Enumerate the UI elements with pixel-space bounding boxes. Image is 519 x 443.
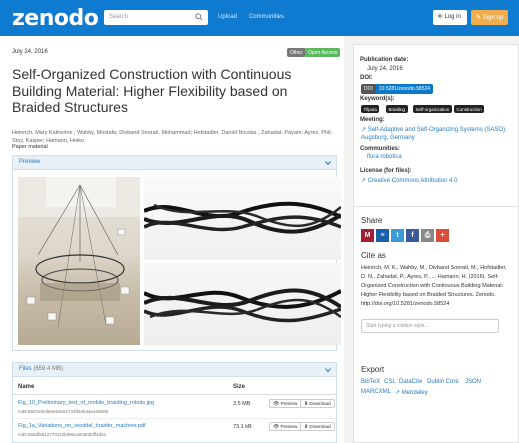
pub-date-label: Publication date: [360, 57, 409, 63]
cite-heading: Cite as [361, 251, 386, 260]
search-icon[interactable] [195, 13, 203, 21]
chevron-down-icon[interactable] [325, 367, 331, 373]
sidebar: Publication date: July 24, 2016 DOI: DOI… [353, 36, 519, 443]
export-csl[interactable]: CSL [384, 379, 396, 385]
export-datacite[interactable]: DataCite [399, 379, 422, 385]
download-button-2[interactable]: ⬇ Download [300, 422, 335, 431]
share-heading: Share [361, 216, 383, 225]
record-title: Self-Organized Construction with Continu… [12, 66, 292, 115]
file-size-1: 3.5 MB [233, 401, 251, 407]
community-link[interactable]: flora robotica [367, 154, 402, 160]
file-link-1[interactable]: Fig_10_Preliminary_test_of_mobile_braidi… [18, 400, 154, 406]
citation-text: Heinrich, M. K., Wahby, M., Divband Soor… [361, 265, 507, 307]
reddit-icon[interactable]: ≡ [376, 229, 389, 242]
pub-date: July 24, 2016 [367, 66, 403, 72]
chevron-down-icon[interactable] [325, 160, 331, 166]
download-button-1[interactable]: ⬇ Download [300, 399, 335, 408]
export-mendeley[interactable]: ↗ Mendeley [395, 389, 428, 396]
external-link-icon: ↗ [395, 390, 402, 396]
external-link-icon: ↗ [361, 178, 368, 184]
files-col-name: Name [18, 384, 35, 390]
files-col-size: Size [233, 384, 246, 390]
keyword-tag[interactable]: Construction [454, 105, 485, 113]
file-md5-1: md5:88d7e0ed60e63e62733ff4eb4ae4a6509 [18, 409, 109, 414]
files-panel-header[interactable]: Files (659.4 MB) [13, 363, 336, 377]
keywords-label: Keyword(s): [360, 96, 395, 102]
preview-image-robots [18, 177, 140, 345]
preview-button-1[interactable]: 👁 Preview [269, 399, 302, 408]
zenodo-logo[interactable]: zenodo [12, 6, 99, 31]
files-panel: Files (659.4 MB) Name Size Fig_10_Prelim… [12, 362, 337, 443]
access-badge: Open Access [305, 48, 341, 57]
mendeley-icon[interactable]: M [361, 229, 374, 242]
doi-label: DOI: [360, 75, 373, 81]
nav-upload-link[interactable]: Upload [218, 14, 237, 20]
external-link-icon: ↗ [361, 127, 368, 133]
keyword-tag[interactable]: Tilputa [361, 105, 380, 113]
export-heading: Export [361, 365, 385, 374]
google-plus-icon[interactable]: + [436, 229, 449, 242]
search-input[interactable]: Search [104, 10, 208, 25]
twitter-icon[interactable]: t [391, 229, 404, 242]
divider [13, 418, 336, 419]
keyword-tag[interactable]: Self-organization [413, 105, 452, 113]
nav-communities-link[interactable]: Communities [249, 14, 284, 20]
login-button[interactable]: ⎆ Log in [433, 10, 467, 25]
preview-image-braid-top [144, 177, 341, 260]
file-link-2[interactable]: Fig_1a_Variations_on_sisoidal_braider_ma… [18, 423, 146, 429]
keyword-tag[interactable]: Braiding [386, 105, 408, 113]
resource-type-label: Paper material [12, 144, 48, 150]
license-link[interactable]: ↗ Creative Commons Attribution 4.0 [361, 177, 457, 184]
export-marcxml[interactable]: MARCXML [361, 389, 391, 395]
record-authors: Heinrich, Mary Katherine ; Wahby, Mostaf… [12, 130, 332, 144]
citation-style-input[interactable]: Start typing a citation style... [361, 319, 499, 333]
signup-button[interactable]: ✎ Sign up [471, 10, 508, 25]
license-label: License (for files): [360, 168, 412, 174]
file-size-2: 73.1 kB [233, 424, 252, 430]
facebook-icon[interactable]: f [406, 229, 419, 242]
print-icon[interactable]: ⎙ [421, 229, 434, 242]
resource-type-badge: Other [287, 48, 306, 57]
record-date: July 24, 2016 [12, 49, 48, 55]
export-bibtex[interactable]: BibTeX [361, 379, 380, 385]
signup-icon: ✎ [476, 15, 483, 21]
doi-badge[interactable]: DOI 10.5281/zenodo.58524 [361, 84, 434, 94]
file-md5-2: md5:58ddf5812770113b996ca00d0d3ff4d61 [18, 432, 107, 437]
preview-button-2[interactable]: 👁 Preview [269, 422, 302, 431]
meeting-link[interactable]: ↗ Self-Adaptive and Self-Organizing Syst… [361, 126, 511, 142]
communities-label: Communities: [360, 146, 401, 152]
export-dublin-core[interactable]: Dublin Core [427, 379, 459, 385]
preview-image-braid-bottom [144, 263, 341, 345]
files-title: Files (659.4 MB) [19, 366, 64, 372]
meeting-label: Meeting: [360, 117, 385, 123]
preview-title: Preview [19, 159, 41, 165]
preview-panel: Preview [12, 155, 341, 351]
export-json[interactable]: JSON [465, 379, 481, 385]
preview-panel-header[interactable]: Preview [13, 156, 336, 170]
navbar: zenodo Search Upload Communities ⎆ Log i… [0, 0, 519, 36]
record-main: July 24, 2016 Other Open Access Self-Org… [0, 36, 344, 443]
divider [13, 394, 336, 395]
